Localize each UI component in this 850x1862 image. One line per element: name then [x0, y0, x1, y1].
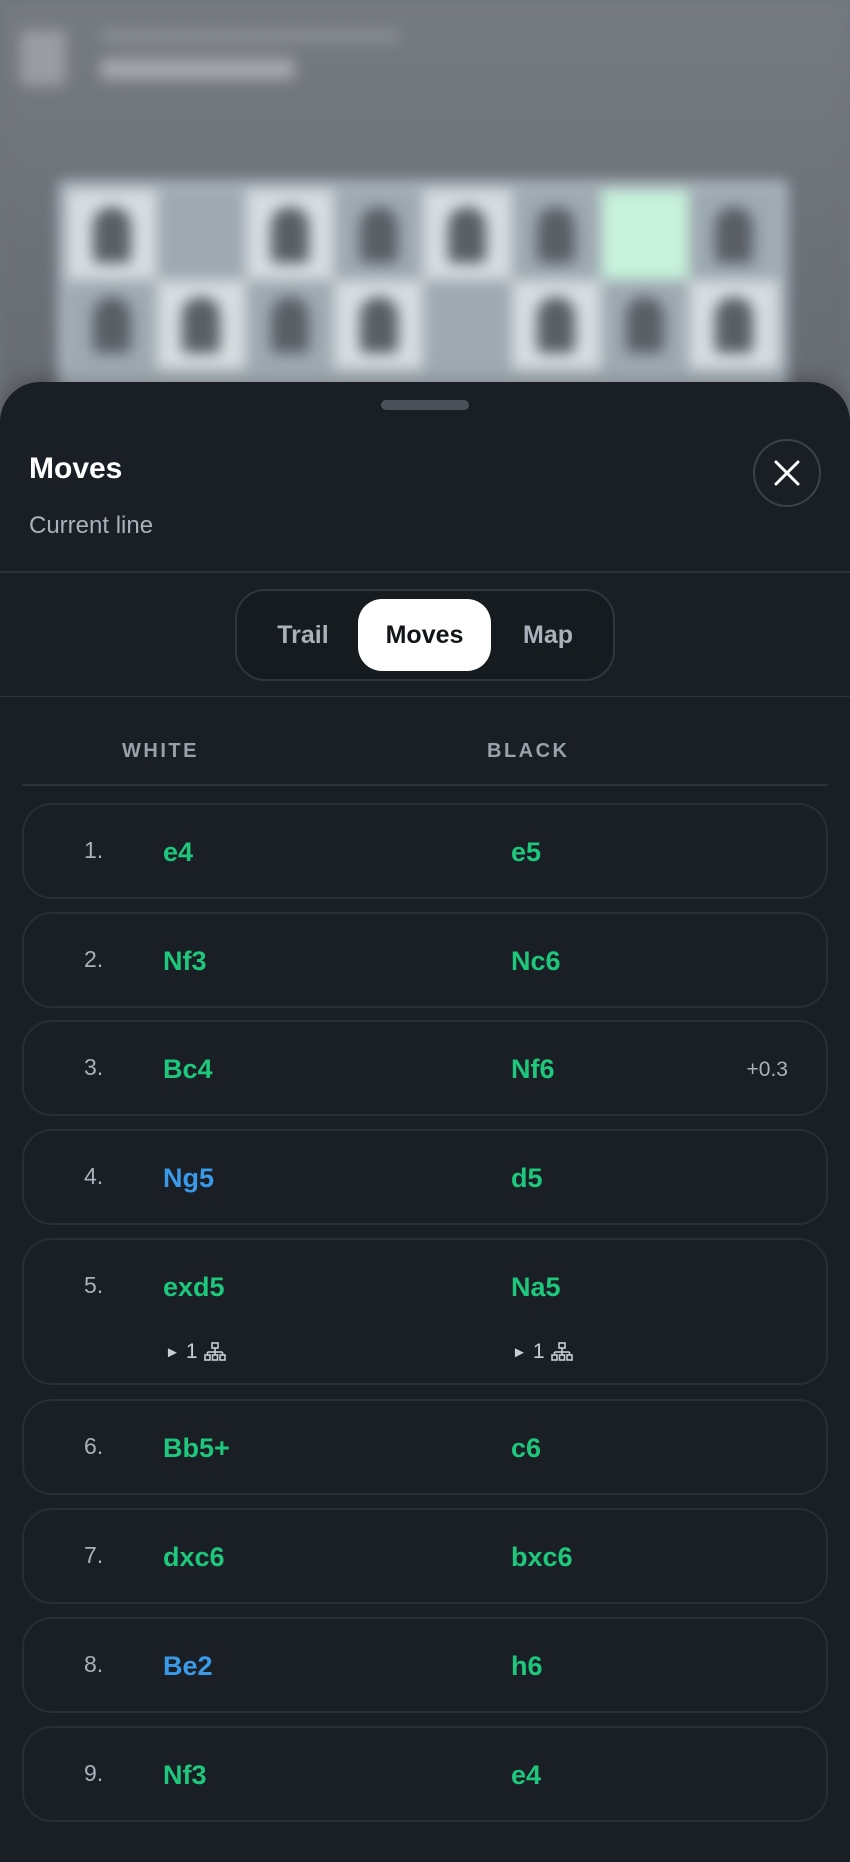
- black-move[interactable]: c6: [511, 1433, 541, 1464]
- black-move[interactable]: Na5: [511, 1272, 561, 1303]
- move-row: 7. dxc6 bxc6: [22, 1508, 828, 1604]
- variation-count: 1: [532, 1340, 545, 1363]
- app-logo: [20, 30, 66, 86]
- move-row: 5. exd5 Na5 ► 1 ► 1: [22, 1238, 828, 1385]
- black-move[interactable]: h6: [511, 1651, 543, 1682]
- header-divider: [0, 571, 850, 573]
- sheet-subtitle: Current line: [29, 512, 154, 539]
- white-variations-toggle[interactable]: ► 1: [165, 1340, 226, 1364]
- white-move[interactable]: dxc6: [163, 1542, 225, 1573]
- move-number: 7.: [84, 1542, 104, 1568]
- drag-handle[interactable]: [381, 400, 469, 410]
- column-header-white: WHITE: [122, 740, 199, 762]
- play-triangle-icon: ►: [512, 1343, 527, 1361]
- branch-tree-icon: [203, 1342, 226, 1361]
- close-button[interactable]: [753, 439, 821, 507]
- black-move[interactable]: d5: [511, 1163, 543, 1194]
- move-number: 3.: [84, 1054, 104, 1080]
- tab-map[interactable]: Map: [491, 599, 605, 671]
- move-number: 8.: [84, 1651, 104, 1677]
- tab-trail[interactable]: Trail: [247, 599, 359, 671]
- black-move[interactable]: Nc6: [511, 946, 561, 977]
- variation-count: 1: [185, 1340, 198, 1363]
- moves-sheet: Moves Current line Trail Moves Map WHITE…: [0, 382, 850, 1862]
- background-app: [0, 0, 850, 420]
- sheet-title: Moves: [29, 452, 123, 485]
- move-row: 2. Nf3 Nc6: [22, 912, 828, 1008]
- move-row: 8. Be2 h6: [22, 1617, 828, 1713]
- white-move[interactable]: Nf3: [163, 946, 207, 977]
- black-move[interactable]: bxc6: [511, 1542, 573, 1573]
- branch-tree-icon: [550, 1342, 573, 1361]
- play-triangle-icon: ►: [165, 1343, 180, 1361]
- white-move[interactable]: Ng5: [163, 1163, 214, 1194]
- black-variations-toggle[interactable]: ► 1: [512, 1340, 573, 1364]
- move-number: 1.: [84, 837, 104, 863]
- move-number: 9.: [84, 1760, 104, 1786]
- black-move[interactable]: e4: [511, 1760, 541, 1791]
- move-number: 5.: [84, 1272, 104, 1298]
- move-number: 2.: [84, 946, 104, 972]
- list-divider: [22, 784, 828, 786]
- background-title: [100, 58, 295, 80]
- evaluation-score: +0.3: [746, 1058, 788, 1081]
- black-move[interactable]: e5: [511, 837, 541, 868]
- tabs-divider: [0, 696, 850, 697]
- close-icon: [774, 460, 800, 486]
- move-row: 4. Ng5 d5: [22, 1129, 828, 1225]
- white-move[interactable]: Bb5+: [163, 1433, 230, 1464]
- move-row: 1. e4 e5: [22, 803, 828, 899]
- view-switcher: Trail Moves Map: [235, 589, 615, 681]
- move-row: 9. Nf3 e4: [22, 1726, 828, 1822]
- move-row: 3. Bc4 Nf6 +0.3: [22, 1020, 828, 1116]
- tab-moves[interactable]: Moves: [358, 599, 491, 671]
- background-subtitle: [100, 30, 400, 42]
- white-move[interactable]: e4: [163, 837, 193, 868]
- white-move[interactable]: exd5: [163, 1272, 225, 1303]
- column-header-black: BLACK: [487, 740, 570, 762]
- move-number: 6.: [84, 1433, 104, 1459]
- move-row: 6. Bb5+ c6: [22, 1399, 828, 1495]
- move-number: 4.: [84, 1163, 104, 1189]
- black-move[interactable]: Nf6: [511, 1054, 555, 1085]
- white-move[interactable]: Bc4: [163, 1054, 213, 1085]
- white-move[interactable]: Be2: [163, 1651, 213, 1682]
- white-move[interactable]: Nf3: [163, 1760, 207, 1791]
